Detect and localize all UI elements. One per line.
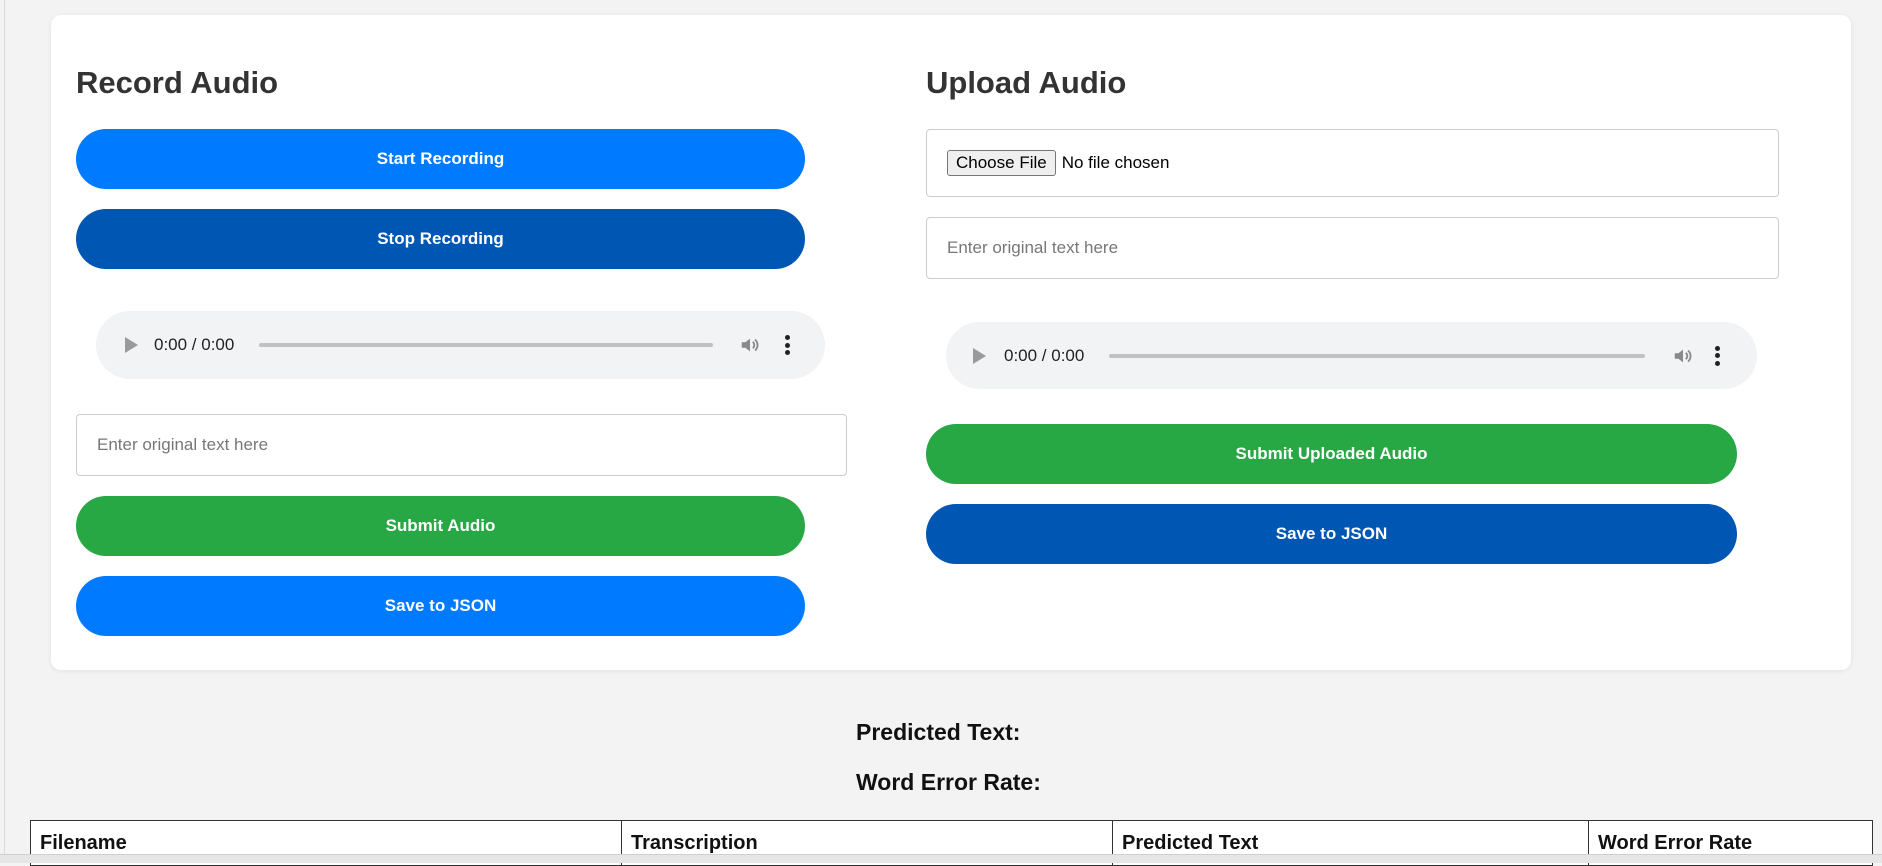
- start-recording-button[interactable]: Start Recording: [76, 129, 805, 189]
- player-time: 0:00 / 0:00: [154, 335, 235, 354]
- upload-audio-player[interactable]: 0:00 / 0:00: [946, 322, 1757, 389]
- volume-icon[interactable]: [1672, 345, 1694, 367]
- more-options-icon[interactable]: [1714, 345, 1720, 366]
- record-audio-player[interactable]: 0:00 / 0:00: [96, 311, 825, 379]
- record-audio-heading: Record Audio: [76, 65, 279, 100]
- play-icon[interactable]: [125, 337, 138, 353]
- submit-audio-button[interactable]: Submit Audio: [76, 496, 805, 556]
- file-input[interactable]: Choose File No file chosen: [926, 129, 1779, 197]
- predicted-text-label: Predicted Text:: [856, 719, 1021, 745]
- record-save-json-button[interactable]: Save to JSON: [76, 576, 805, 636]
- no-file-text: No file chosen: [1061, 153, 1170, 172]
- seek-bar[interactable]: [1109, 353, 1645, 358]
- more-options-icon[interactable]: [784, 335, 790, 355]
- word-error-rate-label: Word Error Rate:: [856, 769, 1041, 795]
- audio-card: Record Audio Start Recording Stop Record…: [51, 15, 1851, 670]
- stop-recording-button[interactable]: Stop Recording: [76, 209, 805, 269]
- upload-save-json-button[interactable]: Save to JSON: [926, 504, 1737, 564]
- seek-bar[interactable]: [259, 343, 713, 347]
- choose-file-button[interactable]: Choose File: [947, 150, 1056, 176]
- volume-icon[interactable]: [739, 334, 761, 356]
- player-time: 0:00 / 0:00: [1004, 345, 1085, 365]
- left-border: [4, 0, 5, 862]
- submit-uploaded-audio-button[interactable]: Submit Uploaded Audio: [926, 424, 1737, 484]
- record-original-text-input[interactable]: [76, 414, 847, 476]
- play-icon[interactable]: [973, 347, 986, 364]
- upload-audio-heading: Upload Audio: [926, 65, 1127, 100]
- upload-original-text-input[interactable]: [926, 217, 1779, 279]
